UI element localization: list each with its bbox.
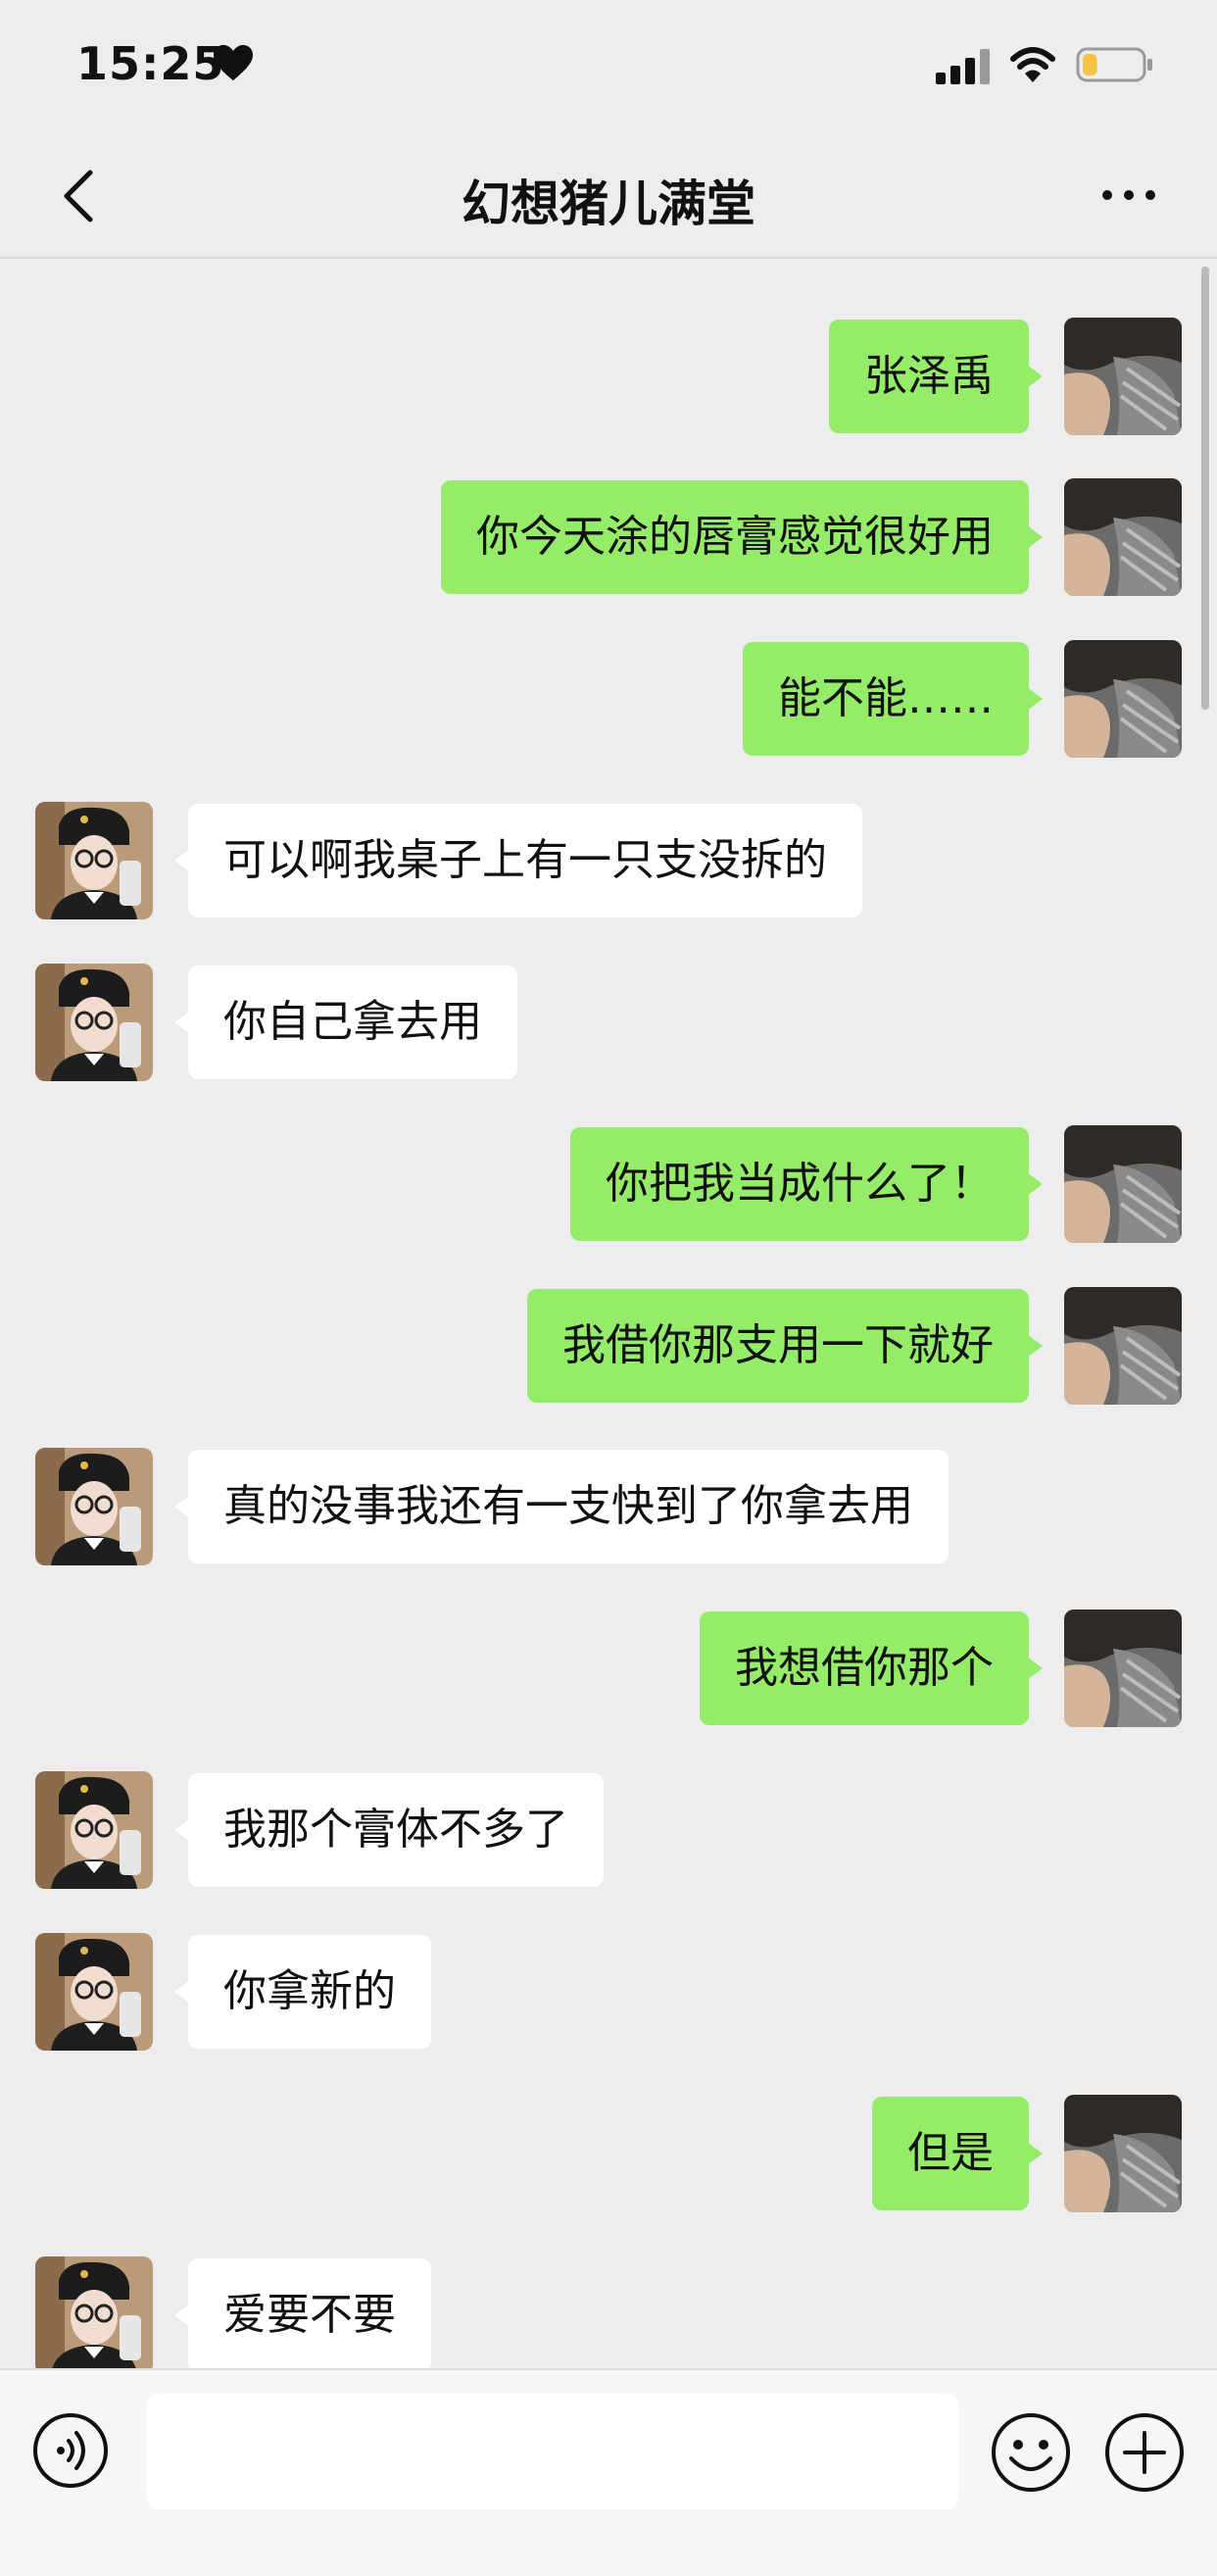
contact-avatar[interactable] (35, 1771, 153, 1889)
message-row: 张泽禹 (0, 318, 1217, 435)
heart-icon (214, 44, 253, 81)
status-bar: 15:25 (0, 0, 1217, 137)
battery-icon (1076, 47, 1152, 82)
contact-avatar[interactable] (35, 802, 153, 919)
message-row: 我那个膏体不多了 (0, 1771, 1217, 1889)
message-bubble[interactable]: 但是 (872, 2097, 1043, 2210)
my-avatar[interactable] (1064, 1125, 1182, 1243)
chat-header: 幻想猪儿满堂 (0, 137, 1217, 257)
chat-title[interactable]: 幻想猪儿满堂 (0, 165, 1217, 235)
more-dots-icon[interactable] (1099, 180, 1158, 210)
message-row: 但是 (0, 2095, 1217, 2212)
battery-level (1083, 54, 1097, 75)
my-avatar[interactable] (1064, 1610, 1182, 1727)
my-avatar[interactable] (1064, 640, 1182, 758)
status-time: 15:25 (76, 37, 225, 90)
wifi-icon (1010, 47, 1055, 82)
message-bubble[interactable]: 我借你那支用一下就好 (527, 1289, 1043, 1403)
message-row: 你自己拿去用 (0, 964, 1217, 1081)
message-bubble[interactable]: 真的没事我还有一支快到了你拿去用 (174, 1450, 949, 1563)
message-row: 你把我当成什么了！ (0, 1125, 1217, 1243)
emoji-icon[interactable] (990, 2411, 1072, 2494)
message-input[interactable] (147, 2394, 958, 2509)
contact-avatar[interactable] (35, 964, 153, 1081)
my-avatar[interactable] (1064, 2095, 1182, 2212)
my-avatar[interactable] (1064, 318, 1182, 435)
my-avatar[interactable] (1064, 478, 1182, 596)
scrollbar[interactable] (1201, 267, 1209, 710)
message-row: 你今天涂的唇膏感觉很好用 (0, 478, 1217, 596)
message-bubble[interactable]: 你拿新的 (174, 1935, 431, 2049)
message-bubble[interactable]: 你今天涂的唇膏感觉很好用 (441, 480, 1043, 594)
message-row: 爱要不要 (0, 2256, 1217, 2368)
message-row: 我想借你那个 (0, 1610, 1217, 1727)
voice-icon[interactable] (31, 2411, 110, 2490)
plus-icon[interactable] (1103, 2411, 1186, 2494)
message-bubble[interactable]: 你自己拿去用 (174, 966, 517, 1079)
message-bubble[interactable]: 可以啊我桌子上有一只支没拆的 (174, 804, 862, 917)
message-row: 我借你那支用一下就好 (0, 1287, 1217, 1405)
contact-avatar[interactable] (35, 1448, 153, 1565)
message-bubble[interactable]: 爱要不要 (174, 2258, 431, 2368)
message-row: 真的没事我还有一支快到了你拿去用 (0, 1448, 1217, 1565)
message-row: 可以啊我桌子上有一只支没拆的 (0, 802, 1217, 919)
my-avatar[interactable] (1064, 1287, 1182, 1405)
message-bubble[interactable]: 我那个膏体不多了 (174, 1773, 604, 1887)
message-bubble[interactable]: 我想借你那个 (700, 1611, 1043, 1725)
message-bubble[interactable]: 能不能…… (743, 642, 1043, 756)
signal-icon (936, 49, 990, 84)
message-list[interactable]: 张泽禹 你今天涂的唇膏感觉很好用 能不能…… 可以啊我桌子上有一只支没拆的 你自… (0, 259, 1217, 2368)
contact-avatar[interactable] (35, 2256, 153, 2368)
input-bar (0, 2368, 1217, 2576)
message-row: 能不能…… (0, 640, 1217, 758)
message-row: 你拿新的 (0, 1933, 1217, 2051)
message-bubble[interactable]: 张泽禹 (829, 320, 1043, 433)
message-bubble[interactable]: 你把我当成什么了！ (570, 1127, 1043, 1241)
contact-avatar[interactable] (35, 1933, 153, 2051)
